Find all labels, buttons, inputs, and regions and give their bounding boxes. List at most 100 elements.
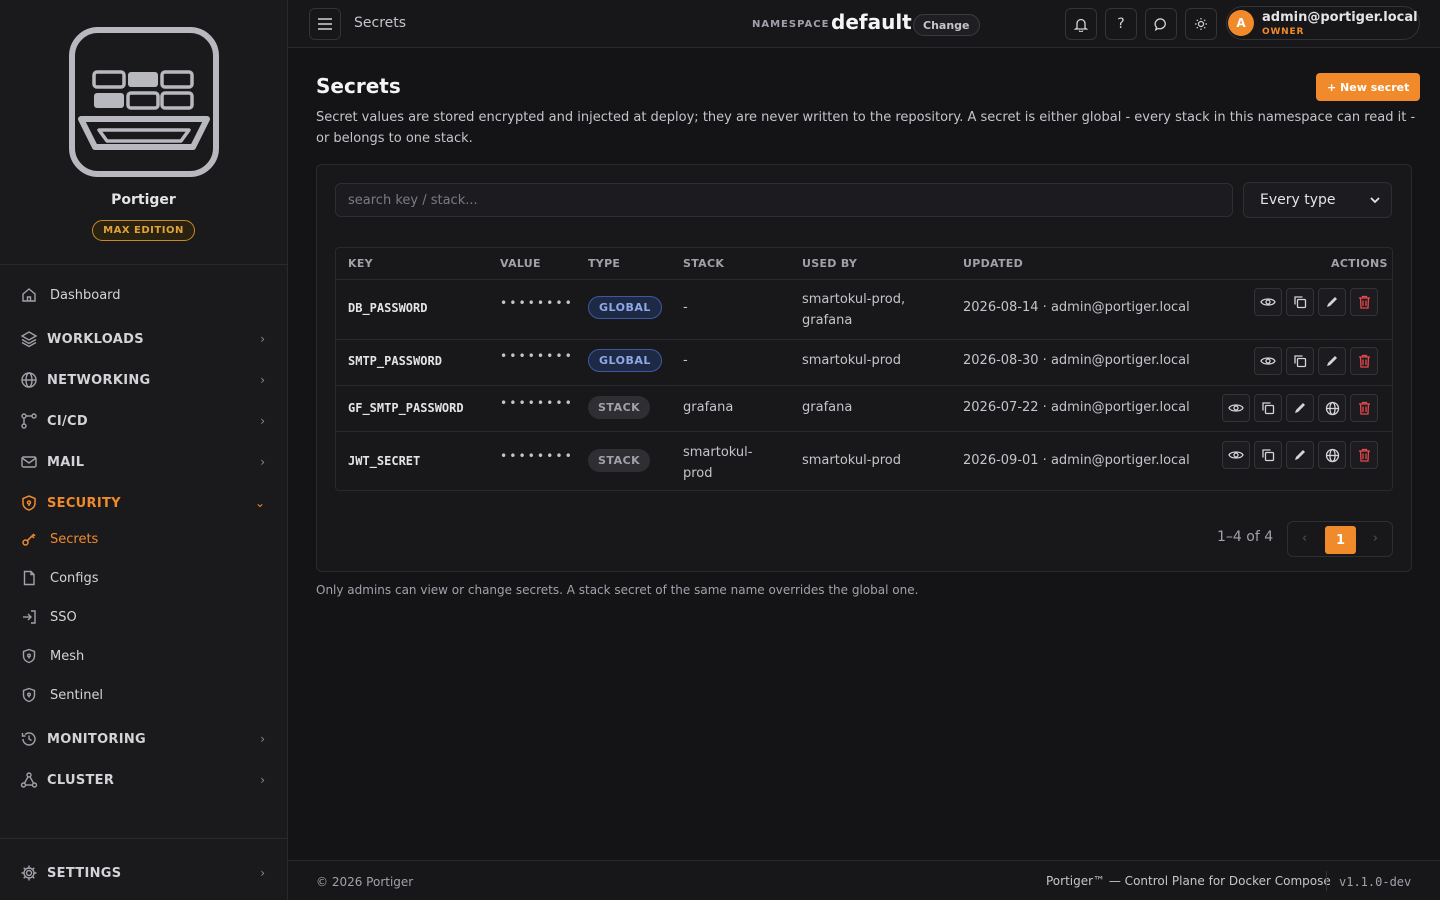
row-divider	[336, 385, 1392, 386]
file-icon	[20, 569, 38, 587]
edit-button[interactable]	[1286, 441, 1314, 469]
edit-button[interactable]	[1318, 347, 1346, 375]
history-icon	[20, 730, 38, 748]
pagination: ‹ 1 ›	[1287, 521, 1393, 557]
chevron-right-icon: ›	[260, 373, 265, 387]
delete-button[interactable]	[1350, 394, 1378, 422]
home-icon	[20, 286, 38, 304]
sidebar-item-cluster[interactable]: CLUSTER ›	[0, 762, 287, 798]
user-name: admin@portiger.local	[1262, 10, 1418, 25]
namespace-value: default	[831, 10, 912, 34]
updated-cell: 2026-07-22 · admin@portiger.local	[963, 400, 1190, 415]
secrets-card: Every type KEY VALUE TYPE STACK USED BY …	[316, 164, 1412, 572]
delete-button[interactable]	[1350, 288, 1378, 316]
search-input[interactable]	[335, 183, 1233, 217]
edit-button[interactable]	[1286, 394, 1314, 422]
page-button-current[interactable]: 1	[1325, 526, 1356, 554]
new-secret-button[interactable]: + New secret	[1316, 73, 1421, 101]
chevron-right-icon: ›	[260, 332, 265, 346]
column-header-updated: UPDATED	[963, 257, 1024, 270]
sidebar-item-configs[interactable]: Configs	[0, 560, 287, 596]
sidebar-item-secrets[interactable]: Secrets	[0, 521, 287, 557]
next-page-button[interactable]: ›	[1373, 531, 1378, 546]
prev-page-button[interactable]: ‹	[1302, 531, 1307, 546]
namespace-label: NAMESPACE	[752, 19, 830, 30]
help-button[interactable]: ?	[1105, 8, 1137, 40]
updated-cell: 2026-09-01 · admin@portiger.local	[963, 453, 1190, 468]
delete-button[interactable]	[1350, 441, 1378, 469]
mail-icon	[20, 453, 38, 471]
sidebar-item-label: Secrets	[50, 531, 99, 547]
secret-value-masked: ••••••••	[500, 296, 574, 310]
secret-key: SMTP_PASSWORD	[348, 354, 442, 368]
shield-icon	[20, 647, 38, 665]
column-header-used-by: USED BY	[802, 257, 858, 270]
view-button[interactable]	[1222, 441, 1250, 469]
sidebar-item-dashboard[interactable]: Dashboard	[0, 277, 287, 313]
copy-button[interactable]	[1254, 441, 1282, 469]
copy-icon	[1294, 355, 1307, 368]
sidebar-item-label: SECURITY	[47, 495, 121, 511]
sidebar-item-label: SSO	[50, 609, 77, 625]
sidebar-item-sso[interactable]: SSO	[0, 599, 287, 635]
edit-button[interactable]	[1318, 288, 1346, 316]
trash-icon	[1358, 354, 1370, 368]
sidebar-item-label: SETTINGS	[47, 865, 122, 881]
sun-icon	[1195, 18, 1207, 30]
edition-badge: MAX EDITION	[92, 220, 195, 241]
chat-icon	[1154, 17, 1166, 31]
globe-icon	[20, 371, 38, 389]
type-filter-select[interactable]: Every type	[1243, 182, 1392, 218]
chat-button[interactable]	[1145, 8, 1177, 40]
eye-icon	[1228, 404, 1244, 412]
eye-icon	[1260, 298, 1276, 306]
promote-global-button[interactable]	[1318, 441, 1346, 469]
sidebar-item-mesh[interactable]: Mesh	[0, 638, 287, 674]
sidebar-item-workloads[interactable]: WORKLOADS ›	[0, 321, 287, 357]
updated-cell: 2026-08-14 · admin@portiger.local	[963, 300, 1190, 315]
page-description: Secret values are stored encrypted and i…	[316, 110, 1416, 146]
view-button[interactable]	[1222, 394, 1250, 422]
topbar: Secrets NAMESPACE default Change ? A adm…	[288, 0, 1440, 48]
secret-value-masked: ••••••••	[500, 396, 574, 410]
copy-button[interactable]	[1286, 347, 1314, 375]
view-button[interactable]	[1254, 288, 1282, 316]
sidebar-item-settings[interactable]: SETTINGS ›	[0, 855, 287, 891]
sidebar-item-security[interactable]: SECURITY ⌄	[0, 485, 287, 521]
chevron-right-icon: ›	[260, 455, 265, 469]
chevron-right-icon: ›	[260, 773, 265, 787]
sidebar-item-monitoring[interactable]: MONITORING ›	[0, 721, 287, 757]
breadcrumb: Secrets	[354, 15, 407, 31]
layers-icon	[20, 330, 38, 348]
copy-button[interactable]	[1254, 394, 1282, 422]
sidebar-item-networking[interactable]: NETWORKING ›	[0, 362, 287, 398]
view-button[interactable]	[1254, 347, 1282, 375]
sidebar-item-mail[interactable]: MAIL ›	[0, 444, 287, 480]
menu-toggle-button[interactable]	[309, 8, 341, 40]
promote-global-button[interactable]	[1318, 394, 1346, 422]
trash-icon	[1358, 401, 1370, 415]
secret-value-masked: ••••••••	[500, 349, 574, 363]
sidebar-item-sentinel[interactable]: Sentinel	[0, 677, 287, 713]
delete-button[interactable]	[1350, 347, 1378, 375]
tagline: Portiger™ — Control Plane for Docker Com…	[1046, 874, 1331, 888]
secret-key: DB_PASSWORD	[348, 301, 428, 315]
footnote: Only admins can view or change secrets. …	[316, 583, 919, 597]
sidebar-item-label: Mesh	[50, 648, 85, 664]
sidebar-item-label: Dashboard	[50, 287, 121, 303]
theme-toggle-button[interactable]	[1185, 8, 1217, 40]
main-content: Secrets + New secret Secret values are s…	[288, 49, 1440, 860]
sidebar-item-cicd[interactable]: CI/CD ›	[0, 403, 287, 439]
updated-cell: 2026-08-30 · admin@portiger.local	[963, 353, 1190, 368]
row-divider	[336, 431, 1392, 432]
notifications-button[interactable]	[1065, 8, 1097, 40]
sidebar-item-label: NETWORKING	[47, 372, 151, 388]
copy-button[interactable]	[1286, 288, 1314, 316]
portiger-logo	[68, 27, 219, 177]
user-menu[interactable]: A admin@portiger.local OWNER	[1226, 6, 1420, 40]
copy-icon	[1262, 449, 1275, 462]
column-header-type: TYPE	[588, 257, 621, 270]
secrets-table: KEY VALUE TYPE STACK USED BY UPDATED ACT…	[335, 247, 1393, 491]
column-header-key: KEY	[348, 257, 373, 270]
change-namespace-button[interactable]: Change	[913, 14, 980, 36]
